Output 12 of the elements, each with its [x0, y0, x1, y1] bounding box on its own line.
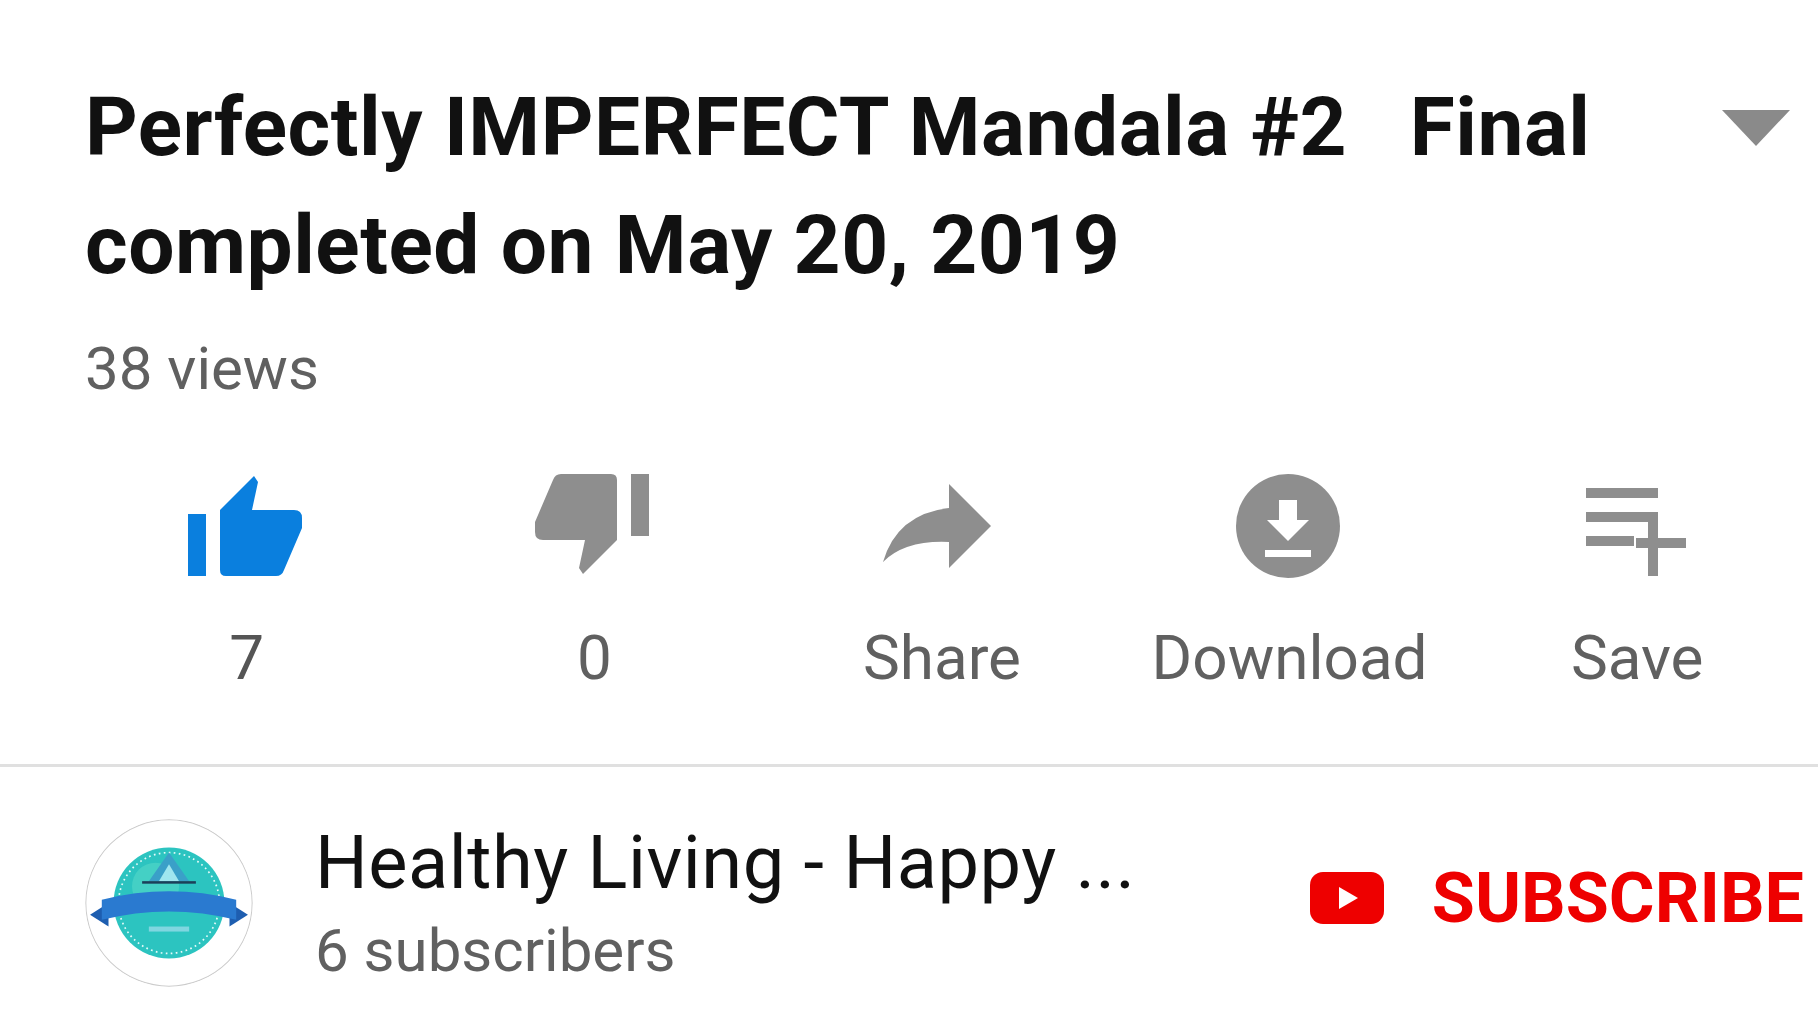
like-button[interactable]: 7 [73, 474, 421, 694]
download-button[interactable]: Download [1115, 474, 1464, 694]
expand-icon[interactable] [1722, 110, 1790, 146]
share-button[interactable]: Share [768, 474, 1116, 694]
subscribe-button[interactable]: SUBSCRIBE [1309, 858, 1804, 938]
subscriber-count: 6 subscribers [315, 916, 677, 986]
channel-name[interactable]: Healthy Living - Happy ... [315, 820, 1310, 906]
view-count: 38 views [84, 334, 320, 404]
video-title: Perfectly IMPERFECT Mandala #2 Final completed on May 20, 2019 [85, 78, 1592, 295]
dislike-button[interactable]: 0 [420, 474, 769, 694]
save-button[interactable]: Save [1463, 474, 1811, 694]
play-logo-icon [1309, 872, 1384, 924]
